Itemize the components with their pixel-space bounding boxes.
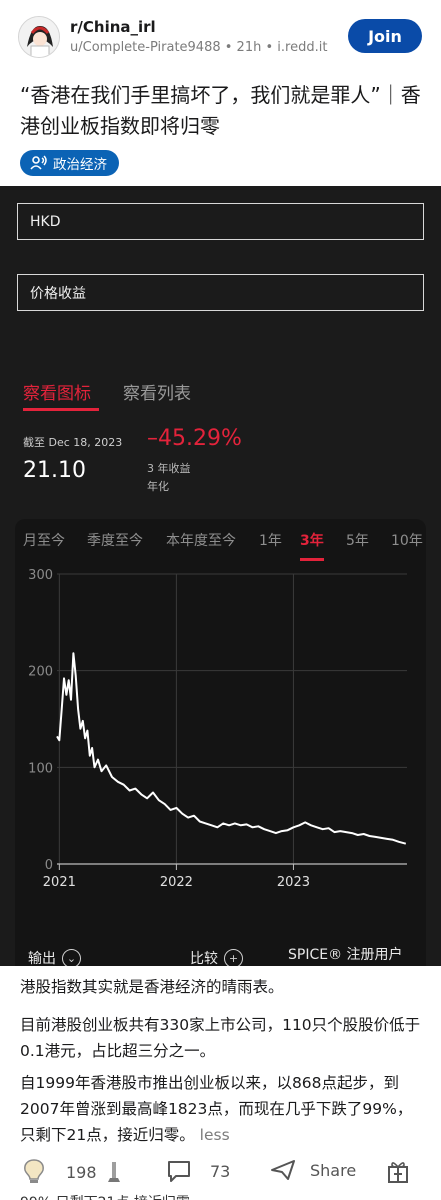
upvote-button[interactable]: 198 [22,1158,97,1186]
period-qtd[interactable]: 季度至今 [87,530,143,550]
less-link[interactable]: less [200,1126,230,1144]
cutoff-preview-text: 99% 只剩下21点 接近归零 [20,1192,190,1200]
community-icon [30,155,47,170]
return-type-select[interactable]: 价格收益 [17,274,424,311]
y-tick-label: 0 [45,858,53,873]
compare-label: 比较 [190,951,218,966]
gift-icon [388,1162,408,1183]
post-header: r/China_irl u/Complete-Pirate9488 • 21h … [0,0,441,72]
post-image[interactable]: HKD 价格收益 察看图标 察看列表 截至 Dec 18, 2023 21.10… [0,186,441,966]
tab-list-view[interactable]: 察看列表 [123,379,191,404]
x-tick-label: 2022 [160,875,193,890]
brand-label: SPICE® 注册用户 [288,947,403,963]
export-label: 输出 [28,951,56,966]
body-paragraph-2: 目前港股创业板共有330家上市公司，110只个股股价低于0.1港元，占比超三分之… [20,1016,421,1060]
join-button[interactable]: Join [348,19,422,53]
annualized-label: 年化 [147,480,169,493]
upvote-count: 198 [66,1162,97,1182]
post-flair[interactable]: 政治经济 [20,150,119,176]
series-line [56,652,407,845]
active-tab-indicator [23,408,99,411]
index-value: 21.10 [23,458,86,483]
tab-chart-view[interactable]: 察看图标 [23,379,91,404]
action-bar: 198 73 Share [0,1158,441,1194]
downvote-button[interactable] [104,1158,124,1186]
chevron-down-icon: ⌄ [62,948,81,966]
share-button[interactable]: Share [270,1158,356,1182]
comment-icon [168,1161,190,1182]
post-title[interactable]: “香港在我们手里搞坏了，我们就是罪人”｜香港创业板指数即将归零 [20,80,425,142]
comment-count: 73 [210,1161,231,1181]
plus-icon: + [224,948,243,966]
body-paragraph-1: 港股指数其实就是香港经济的晴雨表。 [20,978,284,996]
period-10y[interactable]: 10年 [391,530,423,550]
y-tick-label: 100 [28,761,53,776]
period-mtd[interactable]: 月至今 [23,530,65,550]
x-tick-label: 2023 [277,875,310,890]
active-period-indicator [300,558,324,561]
period-1y[interactable]: 1年 [259,530,282,550]
return-label: 3 年收益 [147,462,191,475]
y-tick-label: 200 [28,665,53,680]
return-value: –45.29% [147,426,242,451]
period-3y[interactable]: 3年 [300,530,324,550]
comments-button[interactable]: 73 [166,1158,230,1184]
lightbulb-icon [24,1159,44,1183]
period-ytd[interactable]: 本年度至今 [166,530,236,550]
share-icon [271,1160,295,1180]
body-paragraph-3: 自1999年香港股市推出创业板以来，以868点起步，到2007年曾涨到最高峰18… [20,1070,425,1148]
avatar-image [19,17,59,57]
share-label: Share [310,1160,357,1180]
currency-select[interactable]: HKD [17,203,424,240]
post-meta: u/Complete-Pirate9488 • 21h • i.redd.it [70,40,328,55]
compare-button[interactable]: 比较 + [190,948,243,966]
index-line-chart: 0 100 200 300 2021 2022 2023 [28,568,407,890]
award-button[interactable] [386,1158,410,1184]
export-button[interactable]: 输出 ⌄ [28,948,81,966]
y-tick-label: 300 [28,568,53,583]
x-tick-label: 2021 [43,875,76,890]
subreddit-avatar[interactable] [18,16,60,58]
candle-icon [108,1162,120,1182]
flair-label: 政治经济 [53,157,107,173]
subreddit-name[interactable]: r/China_irl [70,18,156,36]
period-5y[interactable]: 5年 [346,530,369,550]
as-of-date: 截至 Dec 18, 2023 [23,436,123,449]
